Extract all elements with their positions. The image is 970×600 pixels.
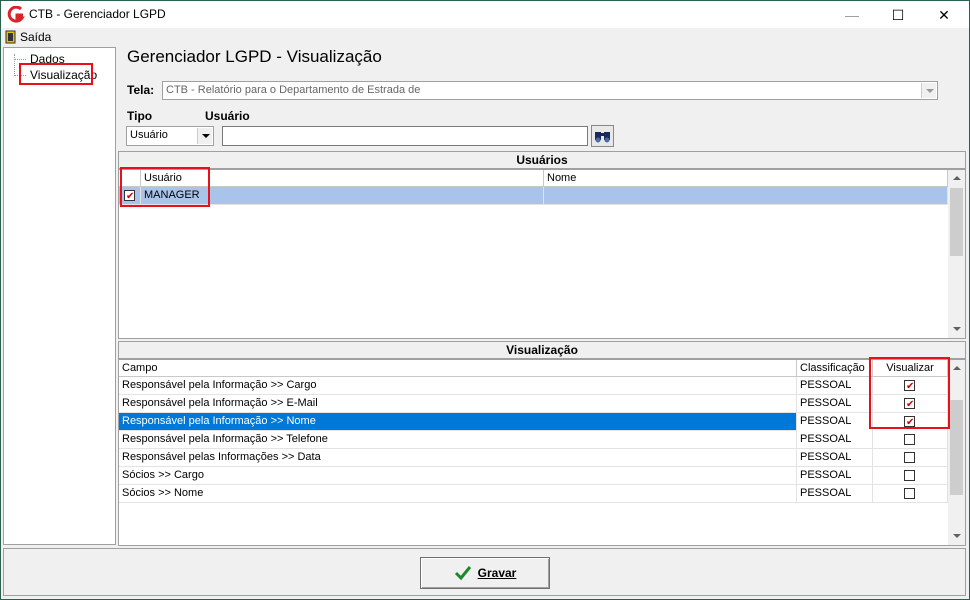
scroll-up-icon[interactable] (948, 170, 965, 187)
usuarios-grid: Usuário Nome MANAGER (118, 169, 966, 339)
usuario-search-input[interactable] (222, 126, 588, 146)
maximize-button[interactable]: ☐ (875, 1, 921, 29)
visualizar-cell (873, 485, 948, 503)
table-row[interactable]: Responsável pela Informação >> E-Mail PE… (119, 395, 948, 413)
visualizar-cell (873, 449, 948, 467)
table-row[interactable]: Responsável pelas Informações >> Data PE… (119, 449, 948, 467)
visualizacao-grid: Campo Classificação Visualizar Responsáv… (118, 359, 966, 546)
checkmark-icon (454, 566, 471, 581)
tela-select[interactable]: CTB - Relatório para o Departamento de E… (162, 81, 938, 100)
visualizar-cell (873, 431, 948, 449)
table-row[interactable]: Responsável pela Informação >> Cargo PES… (119, 377, 948, 395)
visualizacao-scrollbar[interactable] (948, 360, 965, 545)
visualizacao-section-header: Visualização (118, 341, 966, 359)
campo-cell: Responsável pela Informação >> Cargo (119, 377, 797, 395)
app-logo-icon (7, 6, 25, 23)
tree-connector (14, 59, 26, 60)
search-button[interactable] (591, 125, 614, 147)
chevron-down-icon (197, 128, 212, 144)
usuarios-section-header: Usuários (118, 151, 966, 169)
campo-cell: Responsável pela Informação >> Nome (119, 413, 797, 431)
visualizacao-col-campo[interactable]: Campo (119, 360, 797, 377)
menu-bar: Saída (0, 28, 970, 46)
scroll-thumb[interactable] (950, 400, 963, 495)
table-row[interactable]: Responsável pela Informação >> Telefone … (119, 431, 948, 449)
scroll-thumb[interactable] (950, 188, 963, 256)
tree-highlight-outline (19, 63, 93, 85)
tipo-select[interactable]: Usuário (126, 126, 214, 146)
gravar-button[interactable]: Gravar (420, 557, 550, 589)
classificacao-cell: PESSOAL (797, 449, 873, 467)
visualizacao-col-classificacao[interactable]: Classificação (797, 360, 873, 377)
tela-label: Tela: (127, 83, 155, 97)
title-bar: CTB - Gerenciador LGPD — ☐ ✕ (0, 0, 970, 28)
scroll-up-icon[interactable] (948, 360, 965, 377)
classificacao-cell: PESSOAL (797, 377, 873, 395)
campo-cell: Responsável pela Informação >> Telefone (119, 431, 797, 449)
gravar-label: Gravar (477, 566, 517, 580)
classificacao-cell: PESSOAL (797, 413, 873, 431)
visualizar-cell (873, 467, 948, 485)
scroll-down-icon[interactable] (948, 321, 965, 338)
table-row[interactable]: MANAGER (119, 187, 948, 205)
nome-cell (544, 187, 948, 205)
usuario-highlight-outline (120, 167, 210, 207)
tipo-value: Usuário (130, 129, 168, 141)
menu-saida[interactable]: Saída (5, 29, 51, 45)
minimize-button[interactable]: — (829, 1, 875, 29)
usuario-label: Usuário (205, 109, 250, 123)
menu-saida-label: Saída (20, 30, 52, 44)
classificacao-cell: PESSOAL (797, 467, 873, 485)
campo-cell: Sócios >> Nome (119, 485, 797, 503)
visualizar-checkbox[interactable] (904, 434, 915, 445)
classificacao-cell: PESSOAL (797, 485, 873, 503)
binoculars-icon (595, 132, 610, 143)
campo-cell: Responsável pelas Informações >> Data (119, 449, 797, 467)
usuarios-col-nome[interactable]: Nome (544, 170, 948, 187)
classificacao-cell: PESSOAL (797, 395, 873, 413)
chevron-down-icon (921, 83, 936, 98)
scroll-down-icon[interactable] (948, 528, 965, 545)
tree-connector (14, 54, 15, 76)
table-row[interactable]: Sócios >> Cargo PESSOAL (119, 467, 948, 485)
tela-value: CTB - Relatório para o Departamento de E… (166, 84, 421, 96)
visualizar-checkbox[interactable] (904, 452, 915, 463)
visualizar-checkbox[interactable] (904, 470, 915, 481)
visualizar-highlight-outline (869, 357, 950, 429)
campo-cell: Responsável pela Informação >> E-Mail (119, 395, 797, 413)
exit-door-icon (5, 30, 16, 44)
classificacao-cell: PESSOAL (797, 431, 873, 449)
table-row[interactable]: Sócios >> Nome PESSOAL (119, 485, 948, 503)
window-title: CTB - Gerenciador LGPD (29, 7, 166, 21)
visualizar-checkbox[interactable] (904, 488, 915, 499)
page-title: Gerenciador LGPD - Visualização (127, 47, 382, 66)
navigation-tree: Dados Visualização (3, 47, 116, 545)
tipo-label: Tipo (127, 109, 153, 123)
usuarios-scrollbar[interactable] (948, 170, 965, 338)
table-row[interactable]: Responsável pela Informação >> Nome PESS… (119, 413, 948, 431)
close-button[interactable]: ✕ (921, 1, 967, 29)
campo-cell: Sócios >> Cargo (119, 467, 797, 485)
